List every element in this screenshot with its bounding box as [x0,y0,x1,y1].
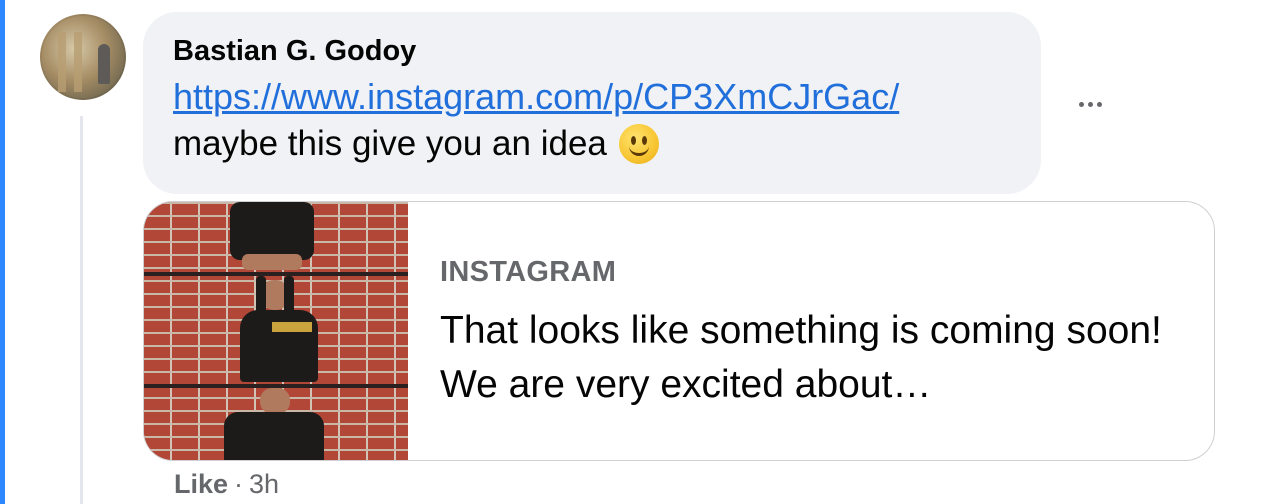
comment-link[interactable]: https://www.instagram.com/p/CP3XmCJrGac/ [173,72,899,122]
link-preview-card[interactable]: INSTAGRAM That looks like something is c… [143,201,1215,461]
slightly-smiling-face-icon [618,124,659,164]
avatar-photo-detail [58,32,66,92]
avatar-photo-detail [74,32,82,92]
comment-page: Bastian G. Godoy https://www.instagram.c… [0,0,1280,504]
like-button[interactable]: Like [174,466,228,502]
link-preview-title: That looks like something is coming soon… [440,309,1162,406]
comment-author[interactable]: Bastian G. Godoy [173,34,1011,68]
link-preview-text: INSTAGRAM That looks like something is c… [440,252,1180,412]
avatar[interactable] [40,14,126,100]
comment-timestamp[interactable]: 3h [249,466,279,502]
thread-accent-bar [0,0,5,504]
avatar-photo-person [98,44,110,84]
link-preview-source: INSTAGRAM [440,256,617,288]
footer-separator: · [234,469,244,499]
comment-message-row: maybe this give you an idea [173,122,1011,166]
comment-message: maybe this give you an idea [173,124,607,163]
comment-bubble: Bastian G. Godoy https://www.instagram.c… [143,12,1041,194]
link-preview-thumbnail [144,202,408,460]
comment-footer: Like · 3h [174,466,279,502]
thread-connector-line [80,116,83,504]
more-options-icon[interactable] [1070,92,1110,116]
